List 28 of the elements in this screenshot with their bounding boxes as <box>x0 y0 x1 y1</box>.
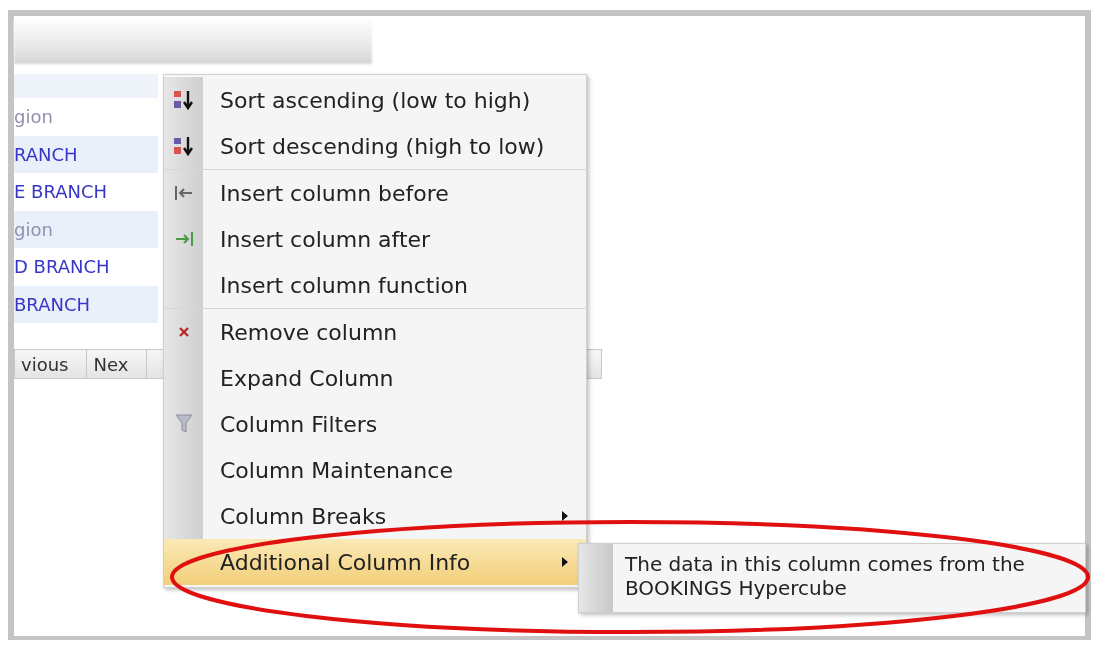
menu-item[interactable]: Insert column before <box>164 170 586 216</box>
icon-gutter <box>164 262 203 308</box>
popup-gutter <box>579 544 613 612</box>
info-text: The data in this column comes from the BOOKINGS Hypercube <box>625 552 1026 602</box>
table-cell: gion <box>14 210 158 248</box>
icon-gutter <box>164 493 203 539</box>
menu-item[interactable]: Column Filters <box>164 401 586 447</box>
menu-item[interactable]: Column Maintenance <box>164 447 586 493</box>
menu-item[interactable]: Insert column after <box>164 216 586 262</box>
filter-icon <box>174 414 193 434</box>
sort-ascending-icon <box>172 89 195 111</box>
pager-button[interactable]: vious <box>15 350 88 378</box>
insert-after-icon <box>173 231 194 247</box>
menu-item[interactable]: Additional Column Info <box>164 539 586 585</box>
submenu-arrow-icon <box>562 511 568 521</box>
pager-button[interactable]: Nex <box>87 350 148 378</box>
table-cell: BRANCH <box>14 285 158 323</box>
menu-item[interactable]: Insert column function <box>164 262 586 309</box>
sort-descending-icon <box>172 135 195 157</box>
menu-item[interactable]: Expand Column <box>164 355 586 401</box>
insert-before-icon <box>173 185 194 201</box>
menu-item[interactable]: Remove column <box>164 309 586 355</box>
menu-item[interactable]: Column Breaks <box>164 493 586 539</box>
menu-item[interactable]: Sort descending (high to low) <box>164 123 586 170</box>
menu-item[interactable]: Sort ascending (low to high) <box>164 77 586 123</box>
submenu-arrow-icon <box>562 557 568 567</box>
table-cell: RANCH <box>14 135 158 173</box>
remove-icon <box>177 326 190 338</box>
